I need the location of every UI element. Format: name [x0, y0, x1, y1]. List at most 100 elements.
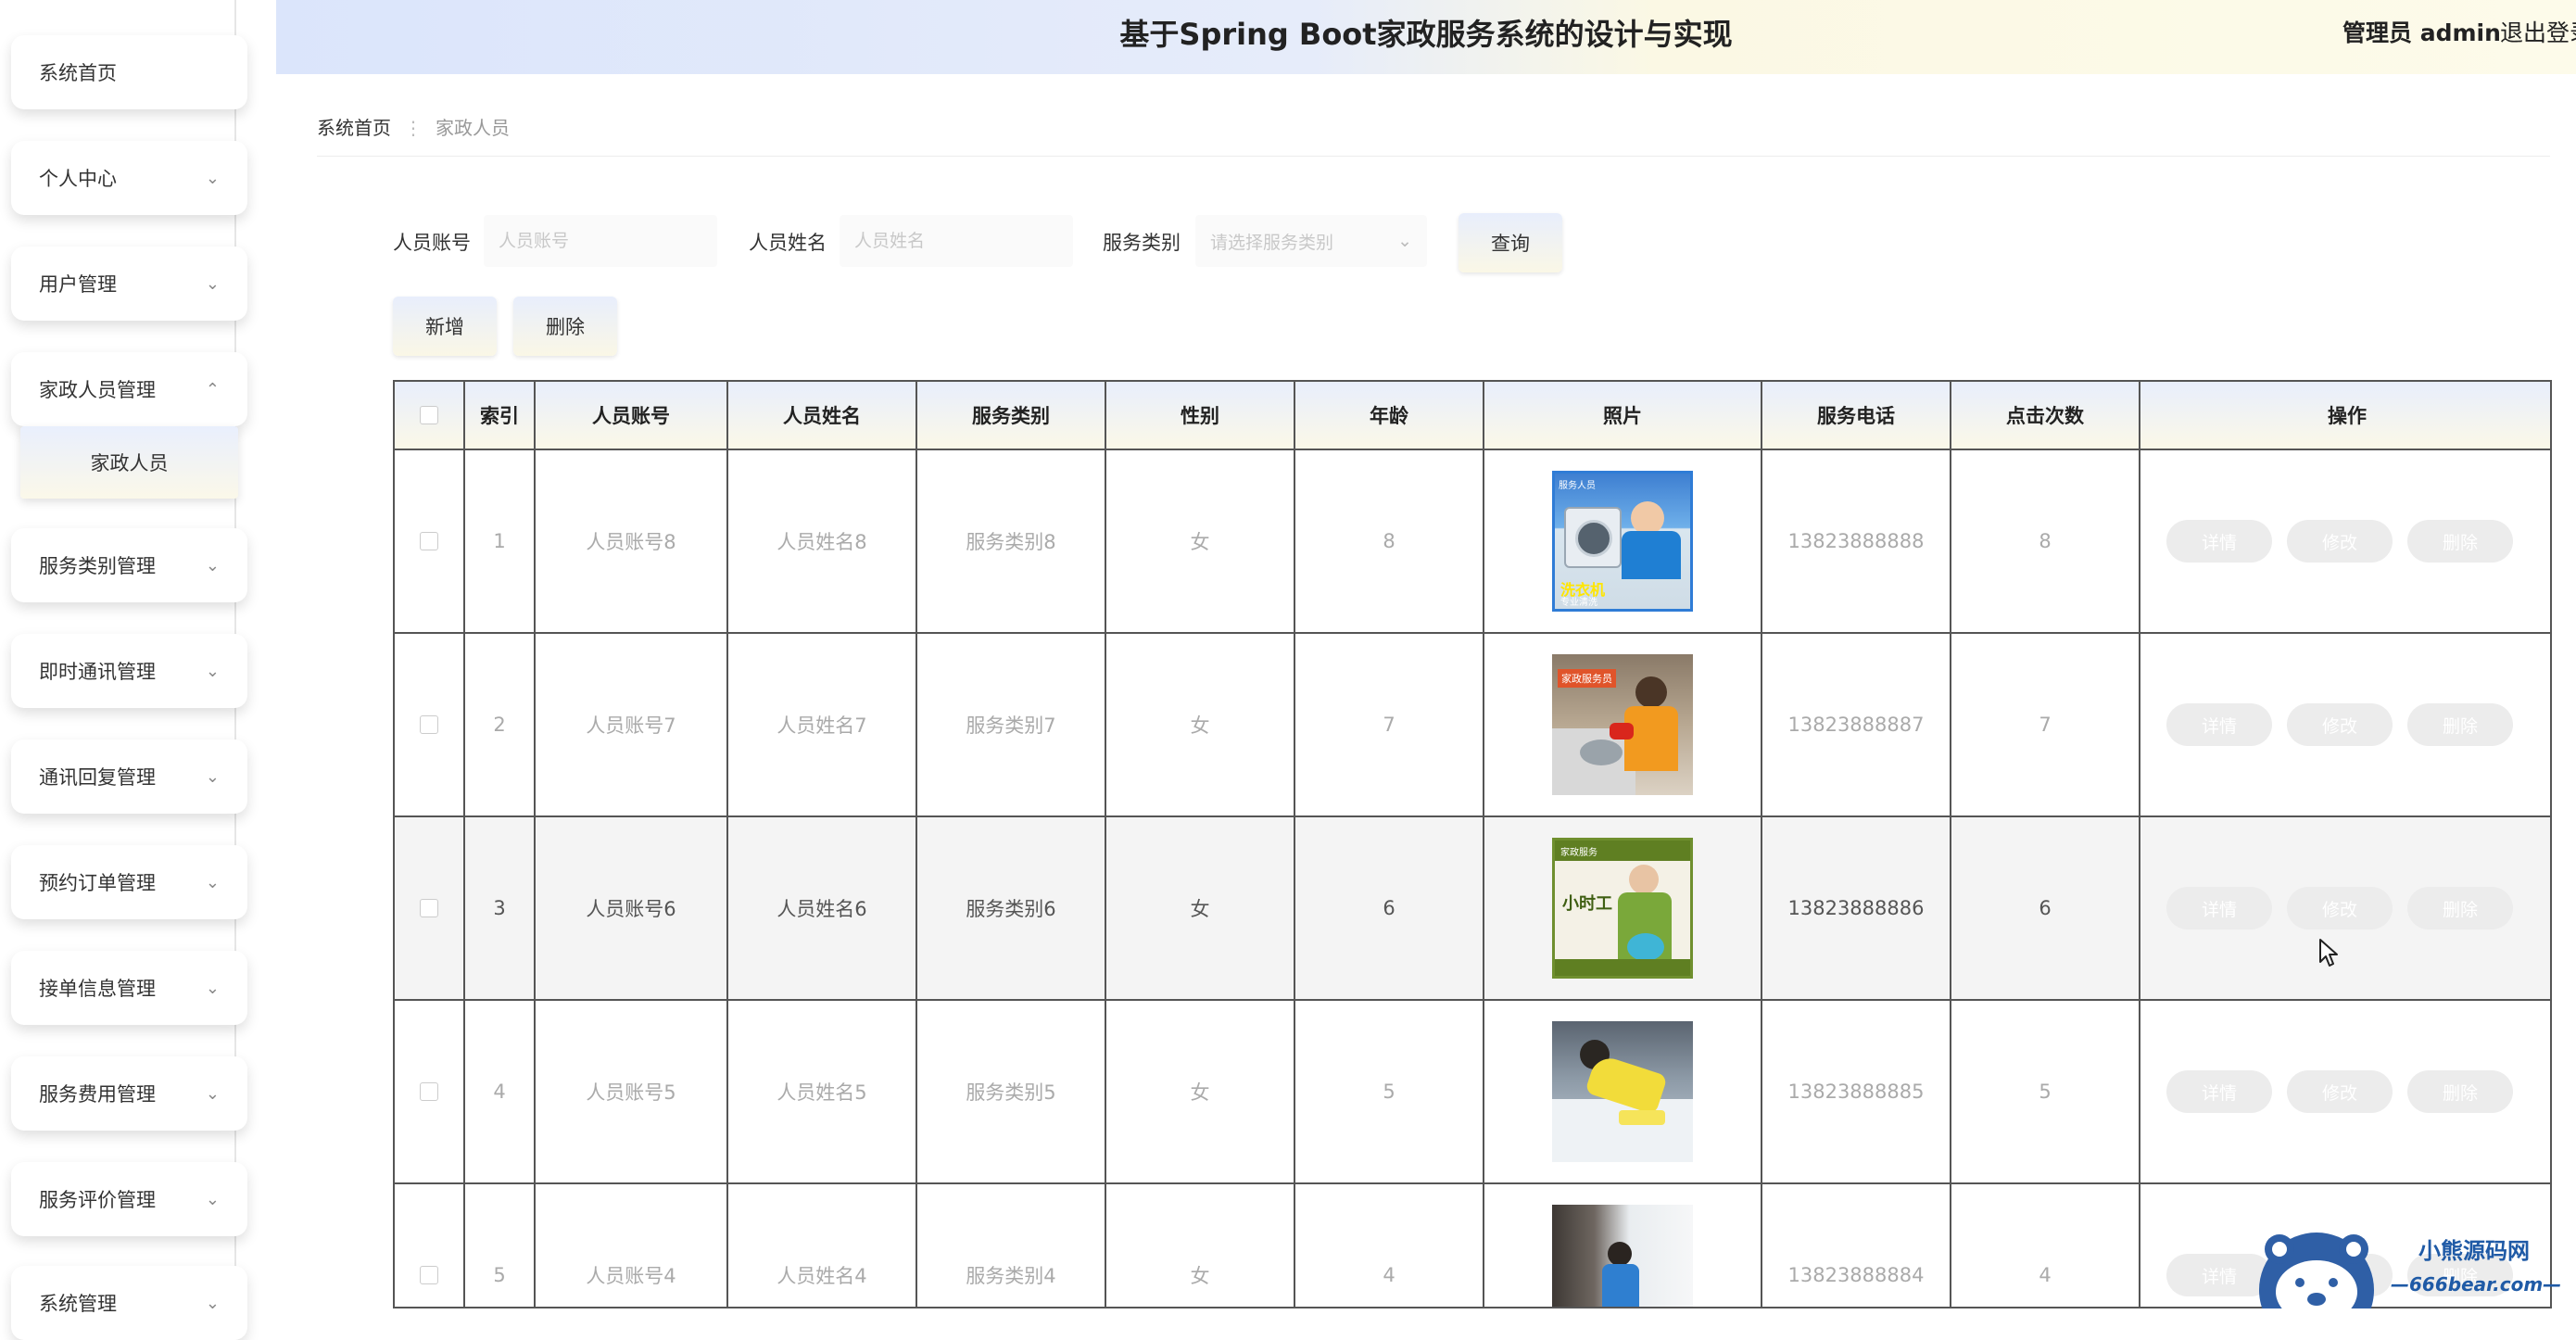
sidebar-item-service-category[interactable]: 服务类别管理 ⌄ — [11, 528, 247, 602]
cell-actions: 详情 修改 删除 — [2140, 817, 2550, 999]
photo-caption: 专业清洗 — [1560, 598, 1597, 608]
delete-button[interactable]: 删除 — [2407, 887, 2513, 929]
sidebar-item-home[interactable]: 系统首页 — [11, 35, 247, 109]
detail-button[interactable]: 详情 — [2166, 887, 2272, 929]
bear-logo-icon — [2259, 1233, 2374, 1308]
cell-phone: 13823888886 — [1762, 817, 1951, 999]
category-label: 服务类别 — [1103, 232, 1181, 254]
top-header: 基于Spring Boot家政服务系统的设计与实现 — [276, 0, 2576, 74]
chevron-down-icon: ⌄ — [205, 766, 220, 787]
batch-delete-button[interactable]: 删除 — [513, 297, 617, 356]
breadcrumb-divider — [317, 156, 2550, 157]
chevron-down-icon: ⌄ — [205, 872, 220, 892]
sidebar-item-order-taking[interactable]: 接单信息管理 ⌄ — [11, 951, 247, 1025]
sidebar-item-service-fees[interactable]: 服务费用管理 ⌄ — [11, 1056, 247, 1131]
submenu-item-housekeepers[interactable]: 家政人员 — [20, 426, 238, 499]
cell-category: 服务类别4 — [917, 1184, 1106, 1307]
row-select-cell — [395, 1184, 465, 1307]
sidebar-item-system-management[interactable]: 系统管理 ⌄ — [11, 1266, 247, 1340]
name-search-input[interactable] — [840, 215, 1073, 267]
sidebar-item-label: 系统首页 — [39, 62, 117, 84]
category-select-placeholder: 请选择服务类别 — [1210, 232, 1334, 253]
sidebar-item-service-reviews[interactable]: 服务评价管理 ⌄ — [11, 1162, 247, 1236]
cell-category: 服务类别5 — [917, 1001, 1106, 1182]
cell-photo: 服务人员 洗衣机 专业清洗 — [1484, 450, 1762, 632]
row-checkbox[interactable] — [420, 899, 438, 917]
delete-button[interactable]: 删除 — [2407, 1070, 2513, 1113]
chevron-down-icon: ⌄ — [205, 1083, 220, 1104]
sidebar-item-booking-orders[interactable]: 预约订单管理 ⌄ — [11, 845, 247, 919]
cell-phone: 13823888884 — [1762, 1184, 1951, 1307]
chevron-down-icon: ⌄ — [205, 661, 220, 681]
cell-name: 人员姓名5 — [728, 1001, 917, 1182]
edit-button[interactable]: 修改 — [2287, 703, 2393, 746]
cell-phone: 13823888888 — [1762, 450, 1951, 632]
cell-age: 8 — [1295, 450, 1484, 632]
housekeeper-photo[interactable]: 家政服务 小时工 — [1552, 838, 1693, 979]
column-header-category: 服务类别 — [917, 382, 1106, 449]
cell-account: 人员账号7 — [536, 634, 728, 815]
photo-caption: 家政服务 — [1560, 848, 1597, 858]
watermark-title: 小熊源码网 — [2418, 1238, 2530, 1264]
table-row: 3 人员账号6 人员姓名6 服务类别6 女 6 家政服务 小时工 1382388… — [395, 817, 2550, 1001]
cell-name: 人员姓名4 — [728, 1184, 917, 1307]
sidebar-item-personal-center[interactable]: 个人中心 ⌄ — [11, 141, 247, 215]
watermark: 小熊源码网 —666bear.com— — [2252, 1225, 2567, 1308]
cell-account: 人员账号6 — [536, 817, 728, 999]
row-checkbox[interactable] — [420, 715, 438, 734]
logout-link[interactable]: 退出登录 — [2500, 15, 2576, 48]
sidebar-item-instant-messaging[interactable]: 即时通讯管理 ⌄ — [11, 634, 247, 708]
add-button[interactable]: 新增 — [393, 297, 497, 356]
cell-category: 服务类别8 — [917, 450, 1106, 632]
delete-button[interactable]: 删除 — [2407, 703, 2513, 746]
cell-age: 7 — [1295, 634, 1484, 815]
cell-index: 1 — [465, 450, 536, 632]
account-search-input[interactable] — [484, 215, 717, 267]
breadcrumb-separator: ⋮ — [404, 117, 423, 139]
category-select[interactable]: 请选择服务类别 ⌄ — [1195, 215, 1427, 267]
row-checkbox[interactable] — [420, 1266, 438, 1284]
cell-clicks: 7 — [1951, 634, 2140, 815]
detail-button[interactable]: 详情 — [2166, 520, 2272, 563]
sidebar-item-message-reply[interactable]: 通讯回复管理 ⌄ — [11, 740, 247, 814]
sidebar-item-housekeeper-management[interactable]: 家政人员管理 ⌃ — [11, 352, 247, 426]
breadcrumb-current: 家政人员 — [436, 117, 510, 139]
delete-button[interactable]: 删除 — [2407, 520, 2513, 563]
cell-account: 人员账号4 — [536, 1184, 728, 1307]
edit-button[interactable]: 修改 — [2287, 1070, 2393, 1113]
column-header-actions: 操作 — [2328, 405, 2367, 427]
query-button[interactable]: 查询 — [1458, 213, 1562, 272]
watermark-url: —666bear.com— — [2391, 1273, 2562, 1296]
cell-index: 4 — [465, 1001, 536, 1182]
housekeeper-photo[interactable] — [1552, 1021, 1693, 1162]
cell-account: 人员账号8 — [536, 450, 728, 632]
column-header-phone: 服务电话 — [1762, 382, 1951, 449]
query-button-label: 查询 — [1491, 233, 1530, 255]
row-checkbox[interactable] — [420, 532, 438, 550]
select-all-checkbox[interactable] — [420, 406, 438, 424]
edit-button[interactable]: 修改 — [2287, 520, 2393, 563]
cell-photo — [1484, 1001, 1762, 1182]
breadcrumb-home[interactable]: 系统首页 — [317, 117, 391, 139]
column-header-gender: 性别 — [1106, 382, 1295, 449]
cell-clicks: 6 — [1951, 817, 2140, 999]
cell-name: 人员姓名6 — [728, 817, 917, 999]
table-row: 2 人员账号7 人员姓名7 服务类别7 女 7 家政服务员 1382388888… — [395, 634, 2550, 817]
sidebar-item-label: 用户管理 — [39, 273, 117, 296]
cell-category: 服务类别7 — [917, 634, 1106, 815]
edit-button[interactable]: 修改 — [2287, 887, 2393, 929]
submenu-item-label: 家政人员 — [90, 452, 169, 474]
detail-button[interactable]: 详情 — [2166, 703, 2272, 746]
housekeeper-photo[interactable] — [1552, 1205, 1693, 1307]
row-checkbox[interactable] — [420, 1082, 438, 1101]
housekeeper-photo[interactable]: 家政服务员 — [1552, 654, 1693, 795]
cell-actions: 详情 修改 删除 — [2140, 450, 2550, 632]
table-header: 索引 人员账号 人员姓名 服务类别 性别 年龄 照片 服务电话 点击次数 操作 — [395, 382, 2550, 450]
sidebar-item-label: 服务类别管理 — [39, 555, 156, 577]
sidebar-item-user-management[interactable]: 用户管理 ⌄ — [11, 247, 247, 321]
housekeeper-photo[interactable]: 服务人员 洗衣机 专业清洗 — [1552, 471, 1693, 612]
detail-button[interactable]: 详情 — [2166, 1070, 2272, 1113]
cell-photo: 家政服务员 — [1484, 634, 1762, 815]
photo-caption: 服务人员 — [1559, 481, 1596, 491]
sidebar: 系统首页 个人中心 ⌄ 用户管理 ⌄ 家政人员管理 ⌃ 家政人员 服务类别管理 … — [0, 0, 269, 1340]
